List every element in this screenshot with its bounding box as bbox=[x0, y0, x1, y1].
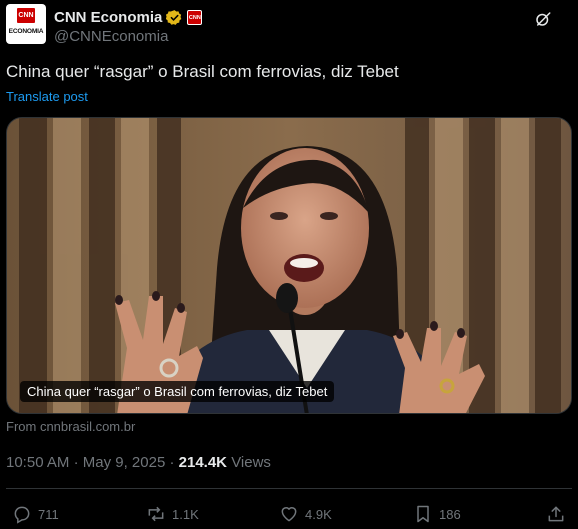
post-card[interactable]: CNN ECONOMIA CNN Economia CNN @CNNEconom… bbox=[0, 0, 578, 529]
affiliate-badge[interactable]: CNN bbox=[187, 9, 203, 25]
translate-post-link[interactable]: Translate post bbox=[6, 89, 88, 104]
media-photo bbox=[7, 118, 571, 413]
post-text: China quer “rasgar” o Brasil com ferrovi… bbox=[6, 62, 399, 81]
action-bar: 711 1.1K 4.9K 186 bbox=[0, 500, 578, 528]
post-time[interactable]: 10:50 AM bbox=[6, 454, 69, 471]
repost-icon bbox=[148, 506, 164, 522]
post-header: CNN ECONOMIA CNN Economia CNN @CNNEconom… bbox=[6, 4, 572, 46]
bookmark-icon bbox=[417, 505, 429, 523]
verified-badge-icon[interactable] bbox=[166, 9, 183, 26]
avatar-cnn-logo: CNN bbox=[17, 8, 35, 23]
repost-count: 1.1K bbox=[172, 506, 199, 522]
post-meta: 10:50 AM · May 9, 2025 · 214.4K Views bbox=[6, 454, 271, 471]
media-caption: China quer “rasgar” o Brasil com ferrovi… bbox=[20, 381, 335, 402]
avatar-label: ECONOMIA bbox=[8, 28, 44, 35]
bookmark-count: 186 bbox=[439, 506, 461, 522]
reply-button[interactable]: 711 bbox=[12, 502, 59, 526]
display-name[interactable]: CNN Economia bbox=[54, 9, 162, 26]
reply-count: 711 bbox=[38, 506, 59, 522]
grok-icon[interactable] bbox=[534, 10, 552, 28]
divider bbox=[6, 488, 572, 489]
post-media[interactable]: China quer “rasgar” o Brasil com ferrovi… bbox=[6, 117, 572, 414]
reply-icon bbox=[14, 506, 30, 524]
avatar[interactable]: CNN ECONOMIA bbox=[6, 4, 46, 44]
meta-separator: · bbox=[73, 454, 79, 471]
post-date[interactable]: May 9, 2025 bbox=[83, 454, 166, 471]
like-count: 4.9K bbox=[305, 506, 332, 522]
account-handle[interactable]: @CNNEconomia bbox=[54, 28, 168, 45]
share-button[interactable] bbox=[546, 502, 572, 526]
meta-separator: · bbox=[169, 454, 175, 471]
like-button[interactable]: 4.9K bbox=[279, 502, 332, 526]
views-count[interactable]: 214.4K bbox=[179, 454, 227, 471]
repost-button[interactable]: 1.1K bbox=[146, 502, 199, 526]
bookmark-button[interactable]: 186 bbox=[413, 502, 461, 526]
link-source[interactable]: From cnnbrasil.com.br bbox=[6, 419, 135, 434]
name-row: CNN Economia CNN bbox=[54, 6, 203, 28]
views-label: Views bbox=[231, 454, 271, 471]
heart-icon bbox=[281, 507, 297, 522]
share-icon bbox=[548, 506, 564, 522]
